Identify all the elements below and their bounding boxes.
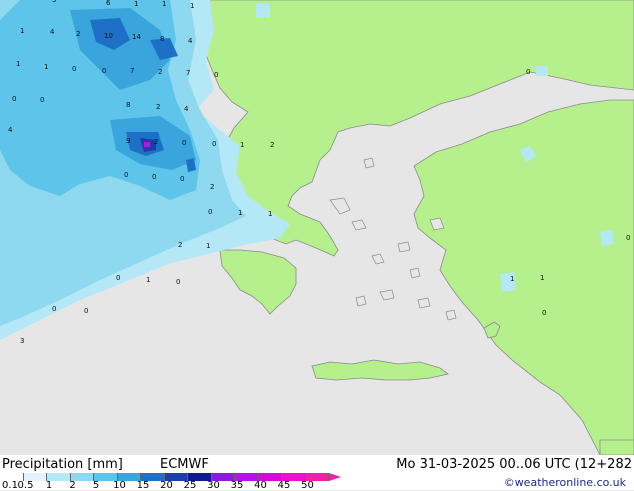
map-value-label: 1 <box>162 0 166 8</box>
map-value-label: 2 <box>158 68 162 76</box>
precip-north-cell <box>256 4 270 18</box>
map-value-label: 1 <box>510 275 514 283</box>
precip-core-magenta <box>144 142 150 147</box>
map-value-label: 10 <box>104 32 113 40</box>
map-value-label: 9 <box>126 137 130 145</box>
map-value-label: 0 <box>12 95 16 103</box>
map-value-label: 0 <box>40 96 44 104</box>
map-value-label: 7 <box>186 69 190 77</box>
map-value-label: 1 <box>240 141 244 149</box>
map-value-label: 6 <box>106 0 111 7</box>
map-value-label: 0 <box>152 173 156 181</box>
map-value-label: 0 <box>526 68 530 76</box>
precip-east-cell4 <box>600 230 614 246</box>
map-value-label: 1 <box>206 242 210 250</box>
precip-east-cell3 <box>536 66 548 76</box>
map-value-label: 1 <box>44 63 48 71</box>
map-value-label: 3 <box>20 337 24 345</box>
map-value-label: 0 <box>84 307 88 315</box>
map-value-label: 0 <box>542 309 546 317</box>
map-value-label: 0 <box>52 305 56 313</box>
footer-model: ECMWF <box>160 457 209 472</box>
map-value-label: 2 <box>154 138 158 146</box>
map-value-label: 0 <box>102 67 106 75</box>
map-value-label: 4 <box>8 126 13 134</box>
map-value-label: 0 <box>626 234 630 242</box>
map-value-label: 8 <box>126 101 130 109</box>
map-value-label: 7 <box>130 67 134 75</box>
map-value-label: 1 <box>146 276 150 284</box>
map-value-label: 2 <box>178 241 182 249</box>
legend-arrow-tip <box>329 473 341 481</box>
map-value-label: 1 <box>238 209 242 217</box>
map-value-label: 3 <box>52 0 56 4</box>
map-value-label: 0 <box>116 274 120 282</box>
map-value-label: 1 <box>268 210 272 218</box>
map-value-label: 0 <box>182 139 186 147</box>
map-value-label: 0 <box>208 208 212 216</box>
map-value-label: 14 <box>132 33 141 41</box>
map-value-label: 0 <box>176 278 180 286</box>
map-value-label: 1 <box>540 274 544 282</box>
cyprus-hint-land <box>599 439 634 456</box>
precipitation-map: 3 6 1 1 11 4 2 10 14 8 41 1 0 0 7 2 7 00 08 2 449 2 0 0 1 20 0 020 1… <box>0 0 634 490</box>
map-value-label: 1 <box>16 60 20 68</box>
map-value-label: 2 <box>156 103 160 111</box>
footer-title: Precipitation [mm] <box>2 457 123 472</box>
map-value-label: 4 <box>188 37 193 45</box>
map-value-label: 2 <box>270 141 274 149</box>
map-value-label: 0 <box>212 140 216 148</box>
map-value-label: 0 <box>72 65 76 73</box>
map-value-label: 1 <box>190 2 194 10</box>
footer-datetime: Mo 31-03-2025 00..06 UTC (12+282 <box>396 457 632 472</box>
map-value-label: 1 <box>134 0 138 8</box>
map-value-label: 1 <box>20 27 24 35</box>
map-value-label: 0 <box>124 171 128 179</box>
map-value-label: 2 <box>210 183 214 191</box>
map-value-label: 2 <box>76 30 80 38</box>
credit-link[interactable]: ©weatheronline.co.uk <box>504 476 626 489</box>
map-value-label: 0 <box>180 175 184 183</box>
map-value-label: 0 <box>214 71 218 79</box>
map-value-label: 4 <box>184 105 189 113</box>
map-value-label: 8 <box>160 35 164 43</box>
map-value-label: 4 <box>50 28 55 36</box>
